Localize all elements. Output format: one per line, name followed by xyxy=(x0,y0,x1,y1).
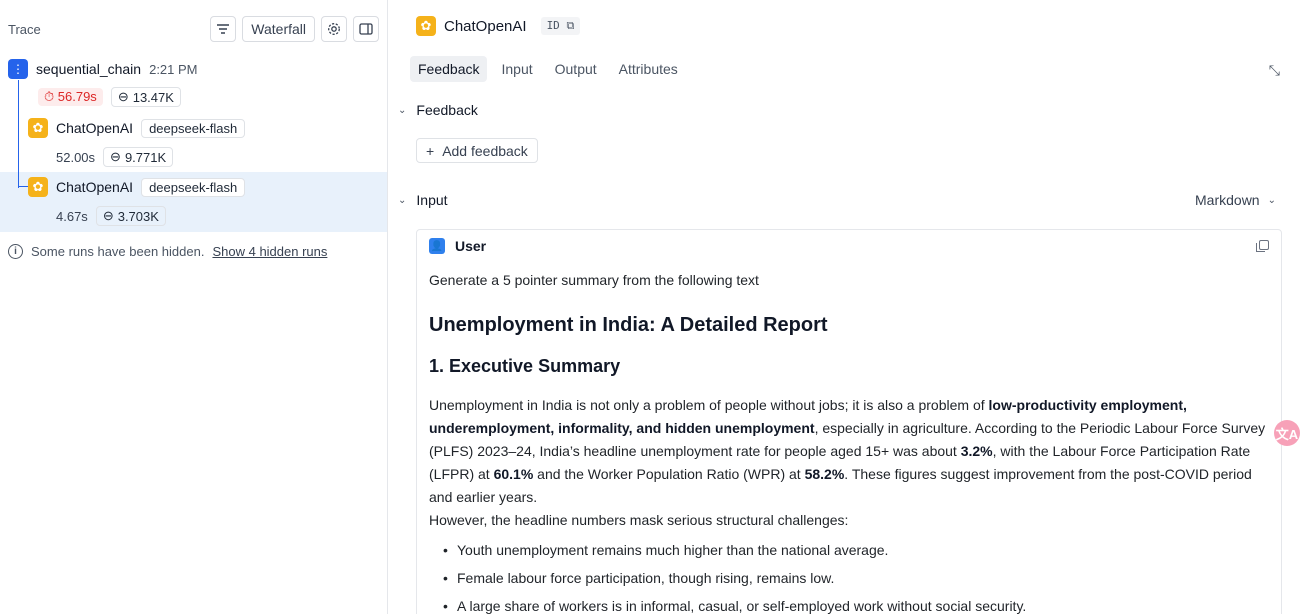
token-value: 13.47K xyxy=(132,89,174,105)
run-name: ChatOpenAI xyxy=(56,120,134,136)
token-value: 9.771K xyxy=(124,149,167,165)
detail-header: ✿ ChatOpenAI ID ⧉ xyxy=(416,16,581,36)
run-start-time: 2:21 PM xyxy=(149,61,198,77)
token-icon: ⊖ xyxy=(117,89,129,104)
list-item: Female labour force participation, thoug… xyxy=(429,564,1269,592)
sidebar-icon xyxy=(359,23,373,35)
tab-attributes[interactable]: Attributes xyxy=(611,56,686,82)
summary-paragraph: Unemployment in India is not only a prob… xyxy=(429,397,1266,505)
token-badge: ⊖ 3.703K xyxy=(95,206,166,226)
latency-value: 56.79s xyxy=(57,89,97,104)
tree-connector-hook xyxy=(18,186,28,187)
trace-title: Trace xyxy=(8,21,41,37)
feedback-section-toggle[interactable]: ⌄ Feedback xyxy=(398,102,478,118)
tab-input[interactable]: Input xyxy=(493,56,540,82)
token-badge: ⊖ 9.771K xyxy=(103,147,174,167)
openai-icon: ✿ xyxy=(28,118,48,138)
latency-badge: ⏱ 56.79s xyxy=(38,88,103,106)
detail-title: ChatOpenAI xyxy=(444,17,527,35)
filter-button[interactable] xyxy=(210,16,237,42)
prompt-text: Generate a 5 pointer summary from the fo… xyxy=(429,272,759,288)
message-card: 👤 User Generate a 5 pointer summary from… xyxy=(416,229,1282,614)
input-section-toggle[interactable]: ⌄ Input xyxy=(398,192,448,208)
chevron-down-icon: ⌄ xyxy=(398,194,407,206)
challenges-list: Youth unemployment remains much higher t… xyxy=(429,536,1269,614)
filter-icon xyxy=(217,24,230,34)
detail-tabs: Feedback Input Output Attributes xyxy=(410,56,686,82)
format-select[interactable]: Markdown ⌄ xyxy=(1195,192,1276,208)
trace-panel: Trace Waterfall ⋮ sequential_chain 2:21 … xyxy=(0,0,388,614)
settings-button[interactable] xyxy=(321,16,347,42)
model-tag: deepseek-flash xyxy=(141,177,246,197)
copy-icon: ⧉ xyxy=(566,19,575,32)
list-item: Youth unemployment remains much higher t… xyxy=(429,536,1269,564)
stopwatch-icon: ⏱ xyxy=(44,89,55,104)
toggle-panel-button[interactable] xyxy=(353,16,379,42)
translate-icon[interactable]: 文A xyxy=(1274,420,1300,446)
id-copy-button[interactable]: ID ⧉ xyxy=(540,17,581,35)
gear-icon xyxy=(328,23,340,35)
hidden-runs-text: Some runs have been hidden. xyxy=(31,244,205,259)
trace-toolbar: Waterfall xyxy=(210,16,379,42)
id-label: ID xyxy=(546,19,560,32)
token-icon: ⊖ xyxy=(102,208,114,223)
token-badge: ⊖ 13.47K xyxy=(110,87,181,107)
trace-header: Trace Waterfall xyxy=(8,16,379,42)
info-icon: i xyxy=(8,244,23,259)
message-role: User xyxy=(455,238,487,254)
openai-icon: ✿ xyxy=(416,16,436,36)
latency-value: 52.00s xyxy=(56,149,96,165)
section-heading: 1. Executive Summary xyxy=(429,356,621,376)
collapse-icon[interactable]: ⤡ xyxy=(1269,62,1280,79)
chevron-down-icon: ⌄ xyxy=(398,104,407,116)
run-name: sequential_chain xyxy=(36,61,142,77)
run-detail-panel: ✿ ChatOpenAI ID ⧉ Feedback Input Output … xyxy=(388,0,1300,614)
waterfall-button[interactable]: Waterfall xyxy=(242,16,315,42)
token-value: 3.703K xyxy=(117,208,159,224)
hidden-runs-note: i Some runs have been hidden. Show 4 hid… xyxy=(8,244,327,259)
format-select-value: Markdown xyxy=(1195,192,1260,208)
tree-connector xyxy=(18,80,19,188)
user-icon: 👤 xyxy=(429,238,445,254)
show-hidden-runs-link[interactable]: Show 4 hidden runs xyxy=(212,244,327,259)
chain-icon: ⋮ xyxy=(8,59,28,79)
openai-icon: ✿ xyxy=(28,177,48,197)
add-feedback-label: Add feedback xyxy=(442,142,528,159)
list-item: A large share of workers is in informal,… xyxy=(429,592,1269,614)
input-section-title: Input xyxy=(416,192,448,208)
message-content: Generate a 5 pointer summary from the fo… xyxy=(429,270,1269,614)
tab-feedback[interactable]: Feedback xyxy=(410,56,488,82)
chevron-down-icon: ⌄ xyxy=(1267,194,1276,206)
latency-value: 4.67s xyxy=(56,208,88,224)
report-heading: Unemployment in India: A Detailed Report xyxy=(429,314,828,336)
plus-icon: + xyxy=(426,142,435,159)
model-tag: deepseek-flash xyxy=(141,118,246,138)
token-icon: ⊖ xyxy=(110,149,121,164)
feedback-section-title: Feedback xyxy=(416,102,478,118)
copy-message-icon[interactable] xyxy=(1256,240,1269,252)
add-feedback-button[interactable]: + Add feedback xyxy=(416,138,538,163)
run-name: ChatOpenAI xyxy=(56,179,134,195)
challenges-intro: However, the headline numbers mask serio… xyxy=(429,512,849,528)
tab-output[interactable]: Output xyxy=(547,56,605,82)
message-header: 👤 User xyxy=(429,238,486,254)
